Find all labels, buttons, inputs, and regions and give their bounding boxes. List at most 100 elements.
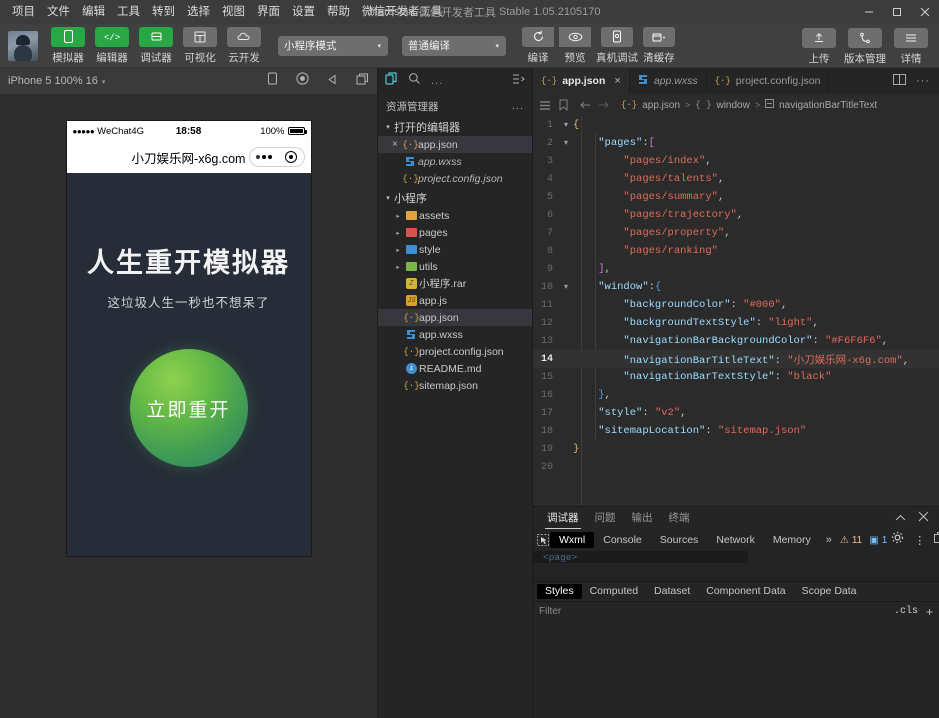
tree-item-utils[interactable]: ▸ utils — [378, 258, 532, 275]
tree-item-pages[interactable]: ▸ pages — [378, 224, 532, 241]
capsule-buttons[interactable] — [249, 147, 305, 167]
tree-item-app-json[interactable]: {·} app.json — [378, 309, 532, 326]
open-editor-item-app-wxss[interactable]: app.wxss — [378, 153, 532, 170]
menu-item-view[interactable]: 视图 — [216, 2, 251, 22]
menu-item-file[interactable]: 文件 — [41, 2, 76, 22]
add-rule-button[interactable]: + — [926, 605, 933, 619]
code-line[interactable]: 14 "navigationBarTitleText": "小刀娱乐网-x6g.… — [533, 350, 939, 368]
styles-tab-computed[interactable]: Computed — [582, 584, 646, 599]
fold-toggle-icon[interactable]: ▾ — [559, 120, 573, 130]
code-line[interactable]: 18 "sitemapLocation": "sitemap.json" — [533, 422, 939, 440]
tab-app-json[interactable]: {·} app.json × — [533, 68, 630, 94]
tab-project-config-json[interactable]: {·} project.config.json — [707, 68, 830, 94]
chevron-up-icon[interactable] — [895, 509, 906, 527]
explorer-more-icon[interactable]: ... — [512, 100, 524, 112]
gear-icon[interactable] — [887, 531, 908, 549]
upload-button[interactable]: 上传 — [799, 28, 839, 66]
code-line[interactable]: 5 "pages/summary", — [533, 188, 939, 206]
code-line[interactable]: 15 "navigationBarTextStyle": "black" — [533, 368, 939, 386]
details-button[interactable]: 详情 — [891, 28, 931, 66]
code-line[interactable]: 3 "pages/index", — [533, 152, 939, 170]
kebab-icon[interactable]: ⋮ — [910, 534, 929, 547]
dock-icon[interactable] — [931, 531, 939, 549]
code-line[interactable]: 10▾ "window":{ — [533, 278, 939, 296]
preview-button[interactable]: 预览 — [557, 27, 593, 65]
more-icon[interactable]: ··· — [916, 75, 930, 87]
devtools-tab-network[interactable]: Network — [707, 532, 764, 548]
tree-item-sitemap[interactable]: {·} sitemap.json — [378, 377, 532, 394]
maximize-button[interactable] — [883, 0, 911, 24]
tree-item-assets[interactable]: ▸ assets — [378, 207, 532, 224]
tree-item-style[interactable]: ▸ style — [378, 241, 532, 258]
code-line[interactable]: 2▾ "pages":[ — [533, 134, 939, 152]
tree-item-archive[interactable]: Z 小程序.rar — [378, 275, 532, 292]
code-line[interactable]: 19} — [533, 440, 939, 458]
tree-item-readme[interactable]: i README.md — [378, 360, 532, 377]
close-icon[interactable] — [918, 509, 929, 527]
open-editor-item-project-config[interactable]: {·} project.config.json — [378, 170, 532, 187]
chevron-right-icon[interactable]: ▸ — [392, 229, 404, 237]
code-line[interactable]: 16 }, — [533, 386, 939, 404]
more-icon[interactable]: ... — [431, 75, 443, 87]
restart-button[interactable]: 立即重开 — [130, 349, 248, 467]
devtools-tab-memory[interactable]: Memory — [764, 532, 820, 548]
close-icon[interactable]: × — [614, 75, 620, 87]
toggle-editor-button[interactable]: </> 编辑器 — [92, 27, 132, 65]
menu-item-goto[interactable]: 转到 — [146, 2, 181, 22]
back-arrow-icon[interactable] — [579, 100, 592, 110]
warning-icon[interactable]: ⚠ — [840, 535, 849, 546]
record-icon[interactable] — [296, 72, 309, 90]
outline-icon[interactable] — [539, 100, 551, 111]
more-dots-icon[interactable] — [256, 155, 272, 159]
panel-tab-terminal[interactable]: 终端 — [661, 507, 698, 529]
section-open-editors[interactable]: ▾ 打开的编辑器 — [378, 118, 532, 136]
close-icon[interactable]: × — [392, 139, 403, 150]
code-line[interactable]: 9 ], — [533, 260, 939, 278]
devtools-tab-sources[interactable]: Sources — [651, 532, 708, 548]
devtools-more-tabs-icon[interactable]: » — [820, 534, 838, 546]
menu-item-edit[interactable]: 编辑 — [76, 2, 111, 22]
tree-item-app-wxss[interactable]: app.wxss — [378, 326, 532, 343]
inspect-element-icon[interactable] — [537, 534, 550, 547]
code-line[interactable]: 1▾{ — [533, 116, 939, 134]
menu-item-ui[interactable]: 界面 — [251, 2, 286, 22]
panel-tab-debugger[interactable]: 调试器 — [539, 507, 587, 529]
styles-tab-component-data[interactable]: Component Data — [698, 584, 793, 599]
code-line[interactable]: 6 "pages/trajectory", — [533, 206, 939, 224]
code-line[interactable]: 4 "pages/talents", — [533, 170, 939, 188]
bookmark-icon[interactable] — [559, 99, 568, 111]
panel-tab-problems[interactable]: 问题 — [587, 507, 624, 529]
fold-toggle-icon[interactable]: ▾ — [559, 138, 573, 148]
info-icon[interactable]: ▣ — [869, 535, 878, 546]
toggle-debugger-button[interactable]: 调试器 — [136, 27, 176, 65]
menu-item-settings[interactable]: 设置 — [286, 2, 321, 22]
breadcrumb-scope[interactable]: window — [716, 100, 749, 111]
chevron-right-icon[interactable]: ▸ — [392, 212, 404, 220]
real-device-debug-button[interactable]: 真机调试 — [599, 27, 635, 65]
code-line[interactable]: 17 "style": "v2", — [533, 404, 939, 422]
breadcrumb-member[interactable]: navigationBarTitleText — [779, 100, 877, 111]
tree-item-project-config[interactable]: {·} project.config.json — [378, 343, 532, 360]
dom-node-label[interactable]: <page> — [543, 552, 577, 563]
devtools-tab-console[interactable]: Console — [594, 532, 651, 548]
target-icon[interactable] — [285, 151, 297, 163]
code-line[interactable]: 11 "backgroundColor": "#000", — [533, 296, 939, 314]
mode-select[interactable]: 小程序模式 ▾ — [278, 36, 388, 56]
fold-toggle-icon[interactable]: ▾ — [559, 282, 573, 292]
close-button[interactable] — [911, 0, 939, 24]
toggle-simulator-button[interactable]: 模拟器 — [48, 27, 88, 65]
open-editor-item-app-json[interactable]: × {·} app.json — [378, 136, 532, 153]
back-icon[interactable] — [327, 72, 338, 90]
code-line[interactable]: 12 "backgroundTextStyle": "light", — [533, 314, 939, 332]
chevron-right-icon[interactable]: ▸ — [392, 246, 404, 254]
wxml-dom-tree[interactable]: <page> — [533, 551, 939, 581]
menu-item-select[interactable]: 选择 — [181, 2, 216, 22]
panel-tab-output[interactable]: 输出 — [624, 507, 661, 529]
code-line[interactable]: 13 "navigationBarBackgroundColor": "#F6F… — [533, 332, 939, 350]
window-icon[interactable] — [356, 72, 369, 90]
code-line[interactable]: 7 "pages/property", — [533, 224, 939, 242]
code-line[interactable]: 20 — [533, 458, 939, 476]
files-icon[interactable] — [385, 72, 398, 90]
devtools-tab-wxml[interactable]: Wxml — [550, 532, 594, 548]
chevron-right-icon[interactable]: ▸ — [392, 263, 404, 271]
